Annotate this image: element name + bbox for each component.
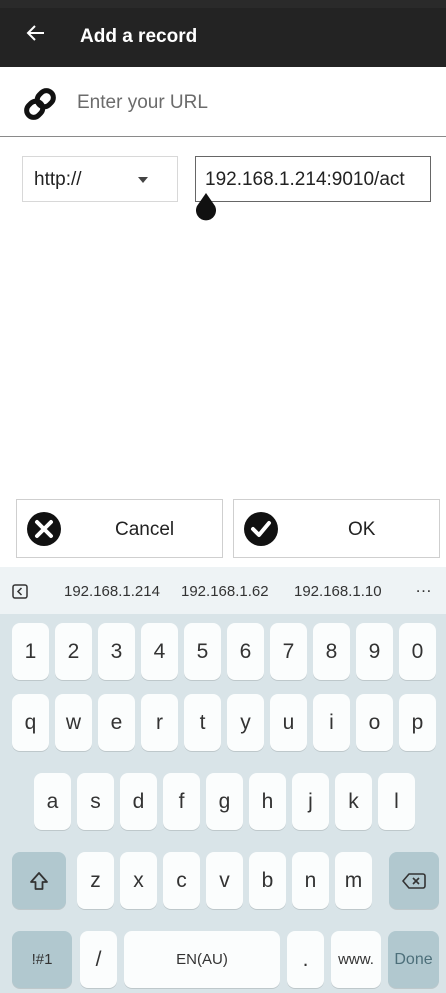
app-bar: Add a record [0,8,446,67]
key-q[interactable]: q [12,694,49,751]
link-icon [24,88,56,120]
ok-label: OK [348,519,376,540]
status-bar [0,0,446,8]
key-m[interactable]: m [335,852,372,909]
protocol-value: http:// [34,169,82,190]
text-cursor-handle[interactable] [194,191,218,221]
key-l[interactable]: l [378,773,415,830]
key-d[interactable]: d [120,773,157,830]
space-key[interactable]: EN(AU) [124,931,280,988]
cancel-button[interactable]: Cancel [16,499,223,558]
www-key[interactable]: www. [331,931,381,988]
more-options-icon[interactable]: … [415,577,432,597]
key-z[interactable]: z [77,852,114,909]
key-8[interactable]: 8 [313,623,350,680]
key-f[interactable]: f [163,773,200,830]
ok-button[interactable]: OK [233,499,440,558]
key-y[interactable]: y [227,694,264,751]
protocol-select[interactable]: http:// [22,156,178,202]
suggestion-bar: 192.168.1.214 192.168.1.62 192.168.1.10 … [0,567,446,614]
key-1[interactable]: 1 [12,623,49,680]
close-circle-icon [27,512,61,546]
key-j[interactable]: j [292,773,329,830]
key-e[interactable]: e [98,694,135,751]
key-g[interactable]: g [206,773,243,830]
key-h[interactable]: h [249,773,286,830]
suggestion-item[interactable]: 192.168.1.10 [294,583,382,600]
key-v[interactable]: v [206,852,243,909]
backspace-key[interactable] [389,852,439,909]
host-input-value: 192.168.1.214:9010/act [205,169,405,190]
shift-key[interactable] [12,852,66,909]
key-t[interactable]: t [184,694,221,751]
collapse-toolbar-icon[interactable] [12,584,28,599]
page-title: Add a record [80,26,198,47]
key-3[interactable]: 3 [98,623,135,680]
slash-key[interactable]: / [80,931,117,988]
host-input[interactable]: 192.168.1.214:9010/act [195,156,431,202]
backspace-icon [402,872,426,889]
key-6[interactable]: 6 [227,623,264,680]
chevron-down-icon [138,177,148,183]
key-k[interactable]: k [335,773,372,830]
key-s[interactable]: s [77,773,114,830]
key-n[interactable]: n [292,852,329,909]
key-p[interactable]: p [399,694,436,751]
key-w[interactable]: w [55,694,92,751]
key-c[interactable]: c [163,852,200,909]
key-x[interactable]: x [120,852,157,909]
key-5[interactable]: 5 [184,623,221,680]
key-4[interactable]: 4 [141,623,178,680]
suggestion-item[interactable]: 192.168.1.214 [64,583,160,600]
shift-icon [30,871,48,890]
key-i[interactable]: i [313,694,350,751]
key-b[interactable]: b [249,852,286,909]
key-o[interactable]: o [356,694,393,751]
key-9[interactable]: 9 [356,623,393,680]
url-header: Enter your URL [0,68,446,137]
check-circle-icon [244,512,278,546]
symbols-key[interactable]: !#1 [12,931,72,988]
key-a[interactable]: a [34,773,71,830]
key-0[interactable]: 0 [399,623,436,680]
key-2[interactable]: 2 [55,623,92,680]
suggestion-item[interactable]: 192.168.1.62 [181,583,269,600]
cancel-label: Cancel [115,519,175,540]
url-hint: Enter your URL [77,92,208,113]
period-key[interactable]: . [287,931,324,988]
key-7[interactable]: 7 [270,623,307,680]
key-r[interactable]: r [141,694,178,751]
key-u[interactable]: u [270,694,307,751]
arrow-left-icon[interactable] [26,23,46,43]
done-key[interactable]: Done [388,931,439,988]
